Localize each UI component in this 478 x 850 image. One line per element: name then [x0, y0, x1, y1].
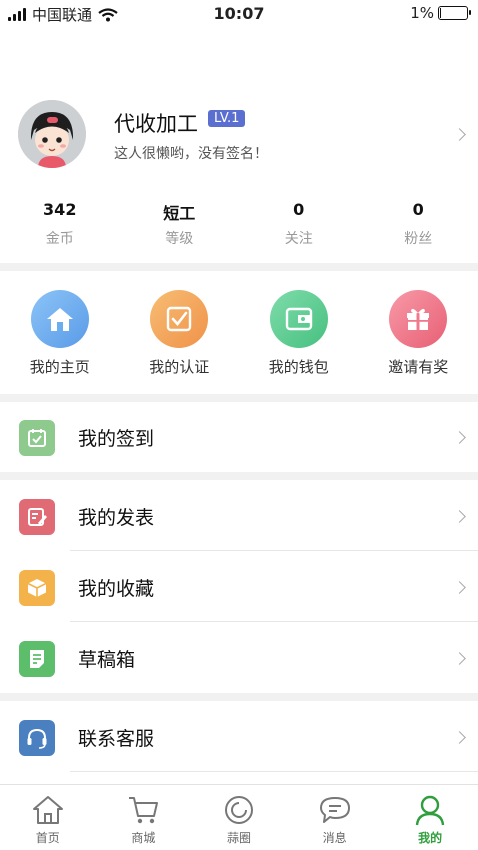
stat-label: 等级 — [165, 231, 194, 247]
check-box-icon — [150, 290, 209, 348]
status-bar: 中国联通 10:07 1% — [0, 0, 478, 28]
status-time: 10:07 — [213, 4, 265, 23]
section-divider — [0, 693, 478, 701]
quick-my-wallet[interactable]: 我的钱包 — [239, 272, 359, 392]
tab-label: 蒜圈 — [226, 831, 251, 845]
section-divider — [0, 263, 478, 271]
stat-label: 关注 — [284, 231, 313, 247]
stat-value: 短工 — [163, 204, 196, 223]
quick-my-certification[interactable]: 我的认证 — [120, 272, 240, 392]
user-name: 代收加工 — [114, 112, 198, 136]
house-icon — [31, 793, 65, 827]
tab-home[interactable]: 首页 — [0, 785, 96, 850]
profile-header[interactable]: 代收加工 LV.1 这人很懒哟，没有签名！ — [0, 92, 478, 182]
box-icon — [19, 570, 55, 606]
tab-mall[interactable]: 商城 — [96, 785, 192, 850]
battery-percent: 1% — [410, 4, 434, 22]
quick-label: 我的钱包 — [268, 358, 329, 376]
stats-row: 342 金币 短工等级 0 关注 0 粉丝 — [0, 200, 478, 256]
stat-label: 粉丝 — [404, 231, 433, 247]
gift-icon — [389, 290, 448, 348]
chevron-right-icon — [453, 510, 466, 523]
quick-label: 我的认证 — [149, 358, 210, 376]
section-divider — [0, 394, 478, 402]
quick-label: 邀请有奖 — [388, 358, 449, 376]
stat-label: 金币 — [45, 231, 74, 247]
user-signature: 这人很懒哟，没有签名！ — [114, 146, 268, 162]
wallet-icon — [269, 290, 328, 348]
menu-label: 联系客服 — [78, 728, 155, 750]
stat-level[interactable]: 短工 等级 — [120, 200, 240, 256]
chevron-right-icon — [453, 128, 466, 141]
quick-invite-reward[interactable]: 邀请有奖 — [359, 272, 478, 392]
chat-icon — [318, 793, 352, 827]
tab-label: 首页 — [35, 831, 60, 845]
quick-label: 我的主页 — [29, 358, 90, 376]
menu-item-drafts[interactable]: 草稿箱 — [0, 623, 478, 693]
stat-value: 0 — [412, 200, 424, 219]
document-icon — [19, 641, 55, 677]
menu-item-checkin[interactable]: 我的签到 — [0, 402, 478, 472]
headset-icon — [19, 720, 55, 756]
avatar[interactable] — [18, 100, 86, 168]
tab-label: 商城 — [131, 831, 156, 845]
tab-mine[interactable]: 我的 — [382, 785, 478, 850]
stat-fans[interactable]: 0 粉丝 — [359, 200, 478, 256]
chevron-right-icon — [453, 652, 466, 665]
tab-messages[interactable]: 消息 — [287, 785, 383, 850]
row-divider — [70, 621, 478, 622]
chevron-right-icon — [453, 731, 466, 744]
stat-value: 0 — [293, 200, 305, 219]
edit-icon — [19, 499, 55, 535]
tab-garlic-circle[interactable]: 蒜圈 — [191, 785, 287, 850]
menu-item-support[interactable]: 联系客服 — [0, 702, 478, 772]
bottom-tab-bar: 首页 商城 蒜圈 消息 我的 — [0, 784, 478, 850]
chevron-right-icon — [453, 581, 466, 594]
stat-following[interactable]: 0 关注 — [239, 200, 359, 256]
tab-label: 消息 — [322, 831, 347, 845]
circle-icon — [222, 793, 256, 827]
menu-label: 我的收藏 — [78, 578, 155, 600]
status-right: 1% — [410, 4, 471, 22]
row-divider — [70, 550, 478, 551]
tab-label: 我的 — [418, 831, 443, 845]
stat-value: 342 — [43, 200, 77, 219]
menu-label: 我的发表 — [78, 507, 155, 529]
menu-item-favorites[interactable]: 我的收藏 — [0, 552, 478, 622]
battery-icon — [438, 6, 471, 20]
menu-label: 草稿箱 — [78, 649, 136, 671]
menu-label: 我的签到 — [78, 428, 155, 450]
menu-item-posts[interactable]: 我的发表 — [0, 481, 478, 551]
chevron-right-icon — [453, 431, 466, 444]
person-icon — [413, 793, 447, 827]
section-divider — [0, 472, 478, 480]
row-divider — [70, 771, 478, 772]
quick-my-homepage[interactable]: 我的主页 — [0, 272, 120, 392]
quick-actions: 我的主页 我的认证 我的钱包 邀请有奖 — [0, 272, 478, 392]
home-icon — [30, 290, 89, 348]
stat-coins[interactable]: 342 金币 — [0, 200, 120, 256]
cart-icon — [126, 793, 160, 827]
level-badge: LV.1 — [208, 110, 246, 127]
calendar-icon — [19, 420, 55, 456]
